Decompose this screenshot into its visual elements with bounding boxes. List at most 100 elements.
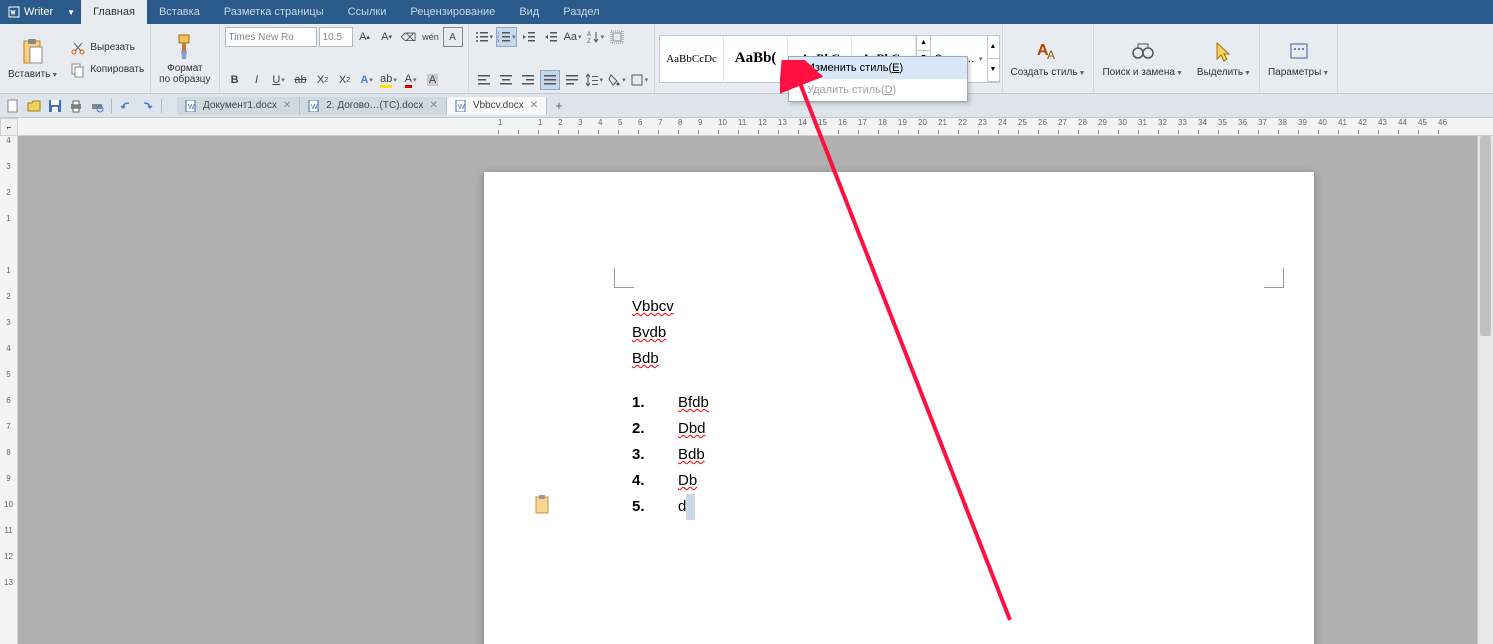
new-tab-button[interactable]: + [547, 95, 571, 116]
tab-home[interactable]: Главная [81, 0, 147, 24]
app-dropdown[interactable]: ▼ [61, 8, 81, 17]
clear-format-button[interactable]: ⌫ [399, 27, 419, 47]
select-button[interactable]: Выделить▼ [1191, 27, 1257, 91]
doc-tab-2[interactable]: W 2. Догово…(ТС).docx ✕ [300, 97, 447, 115]
bold-button[interactable]: B [225, 70, 245, 90]
svg-text:Z: Z [587, 39, 591, 44]
strike-button[interactable]: ab [291, 70, 311, 90]
line-spacing-button[interactable]: ▾ [584, 70, 605, 90]
paste-options-icon[interactable] [534, 495, 552, 515]
svg-text:A: A [1047, 48, 1055, 62]
paste-button[interactable]: Вставить▼ [2, 27, 64, 91]
indent-button[interactable] [541, 27, 561, 47]
char-shading-button[interactable]: A [423, 70, 443, 90]
sort-button[interactable]: AZ▾ [585, 27, 606, 47]
style-context-menu: Изменить стиль(E) Удалить стиль(D) [788, 56, 968, 102]
qa-print-preview[interactable] [88, 97, 106, 115]
align-left-button[interactable] [474, 70, 494, 90]
shading-button[interactable]: ▾ [606, 70, 627, 90]
tab-insert[interactable]: Вставка [147, 0, 212, 24]
underline-button[interactable]: U▾ [269, 70, 289, 90]
new-style-button[interactable]: AA Создать стиль▼ [1005, 27, 1092, 91]
margin-corner-tl [614, 268, 634, 288]
svg-text:W: W [188, 104, 195, 111]
app-logo[interactable]: Writer [0, 0, 61, 24]
brush-icon [173, 33, 197, 61]
doc-icon: W [455, 100, 467, 112]
align-right-button[interactable] [518, 70, 538, 90]
numbering-icon: 123 [497, 30, 511, 44]
show-marks-button[interactable] [607, 27, 627, 47]
font-name-input[interactable] [225, 27, 317, 47]
phonetic-button[interactable]: wén [421, 27, 441, 47]
document-list[interactable]: 1.Bfdb 2.Dbd 3.Bdb 4.Db 5.d [632, 390, 709, 520]
qa-save[interactable] [46, 97, 64, 115]
format-painter-button[interactable]: Формат по образцу [153, 27, 216, 91]
qa-new[interactable] [4, 97, 22, 115]
tab-view[interactable]: Вид [507, 0, 551, 24]
titlebar: Writer ▼ Главная Вставка Разметка страни… [0, 0, 1493, 24]
distribute-button[interactable] [562, 70, 582, 90]
tab-review[interactable]: Рецензирование [398, 0, 507, 24]
vertical-scrollbar[interactable] [1477, 136, 1493, 644]
find-replace-button[interactable]: Поиск и замена▼ [1096, 27, 1188, 91]
document-area: Vbbcv Bvdb Bdb 1.Bfdb 2.Dbd 3.Bdb 4.Db 5… [18, 136, 1493, 644]
subscript-button[interactable]: X2 [335, 70, 355, 90]
menu-tabs: Главная Вставка Разметка страницы Ссылки… [81, 0, 612, 24]
horizontal-ruler[interactable]: 1123456789101112131415161718192021222324… [18, 118, 1493, 136]
superscript-button[interactable]: X2 [313, 70, 333, 90]
settings-button[interactable]: Параметры▼ [1262, 27, 1335, 91]
shrink-font-button[interactable]: A▾ [377, 27, 397, 47]
close-icon[interactable]: ✕ [429, 100, 437, 111]
qa-open[interactable] [25, 97, 43, 115]
svg-text:W: W [458, 104, 465, 111]
edit-style-item[interactable]: Изменить стиль(E) [789, 57, 967, 79]
style-item-normal[interactable]: AaBbCcDc [660, 36, 724, 82]
borders-button[interactable]: ▾ [629, 70, 650, 90]
group-find: Поиск и замена▼ Выделить▼ [1094, 24, 1260, 93]
char-border-button[interactable]: A [443, 27, 463, 47]
heading-spinner: ▲ ▼ [987, 36, 999, 82]
close-icon[interactable]: ✕ [530, 100, 538, 111]
scrollbar-thumb[interactable] [1480, 136, 1491, 336]
heading-up[interactable]: ▲ [988, 36, 999, 59]
document-text[interactable]: Vbbcv Bvdb Bdb [632, 294, 674, 372]
save-icon [48, 99, 62, 113]
numbering-button[interactable]: 123▾ [496, 27, 517, 47]
doc-tab-1[interactable]: W Документ1.docx ✕ [177, 97, 300, 115]
delete-style-item: Удалить стиль(D) [789, 79, 967, 101]
change-case-button[interactable]: Aa▾ [563, 27, 583, 47]
scissors-icon [70, 40, 86, 56]
app-name: Writer [24, 6, 53, 18]
gallery-up[interactable]: ▲ [917, 36, 930, 51]
heading-more[interactable]: ▼ [988, 59, 999, 82]
qa-print[interactable] [67, 97, 85, 115]
qa-undo[interactable] [117, 97, 135, 115]
qa-redo[interactable] [138, 97, 156, 115]
group-new-style: AA Создать стиль▼ [1003, 24, 1095, 93]
group-font: A▴ A▾ ⌫ wén A B I U▾ ab X2 X2 A▾ ab▾ A▾ … [220, 24, 469, 93]
align-justify-button[interactable] [540, 70, 560, 90]
italic-button[interactable]: I [247, 70, 267, 90]
doc-tab-3[interactable]: W Vbbcv.docx ✕ [447, 97, 547, 115]
text-effects-button[interactable]: A▾ [357, 70, 377, 90]
close-icon[interactable]: ✕ [283, 100, 291, 111]
vertical-ruler[interactable]: 432112345678910111213 [0, 136, 18, 644]
cut-button[interactable]: Вырезать [66, 38, 148, 58]
tab-section[interactable]: Раздел [551, 0, 611, 24]
tab-references[interactable]: Ссылки [336, 0, 399, 24]
tab-page-layout[interactable]: Разметка страницы [212, 0, 336, 24]
document-page[interactable]: Vbbcv Bvdb Bdb 1.Bfdb 2.Dbd 3.Bdb 4.Db 5… [484, 172, 1314, 644]
grow-font-button[interactable]: A▴ [355, 27, 375, 47]
bullets-icon [475, 30, 489, 44]
highlight-button[interactable]: ab▾ [379, 70, 399, 90]
align-center-button[interactable] [496, 70, 516, 90]
font-color-button[interactable]: A▾ [401, 70, 421, 90]
style-item-heading1[interactable]: AaBb( [724, 36, 788, 82]
bullets-button[interactable]: ▾ [474, 27, 495, 47]
highlighter-icon: ab [380, 73, 392, 88]
outdent-button[interactable] [519, 27, 539, 47]
font-size-input[interactable] [319, 27, 353, 47]
ruler-corner[interactable]: ⌐ [0, 118, 18, 136]
copy-button[interactable]: Копировать [66, 60, 148, 80]
